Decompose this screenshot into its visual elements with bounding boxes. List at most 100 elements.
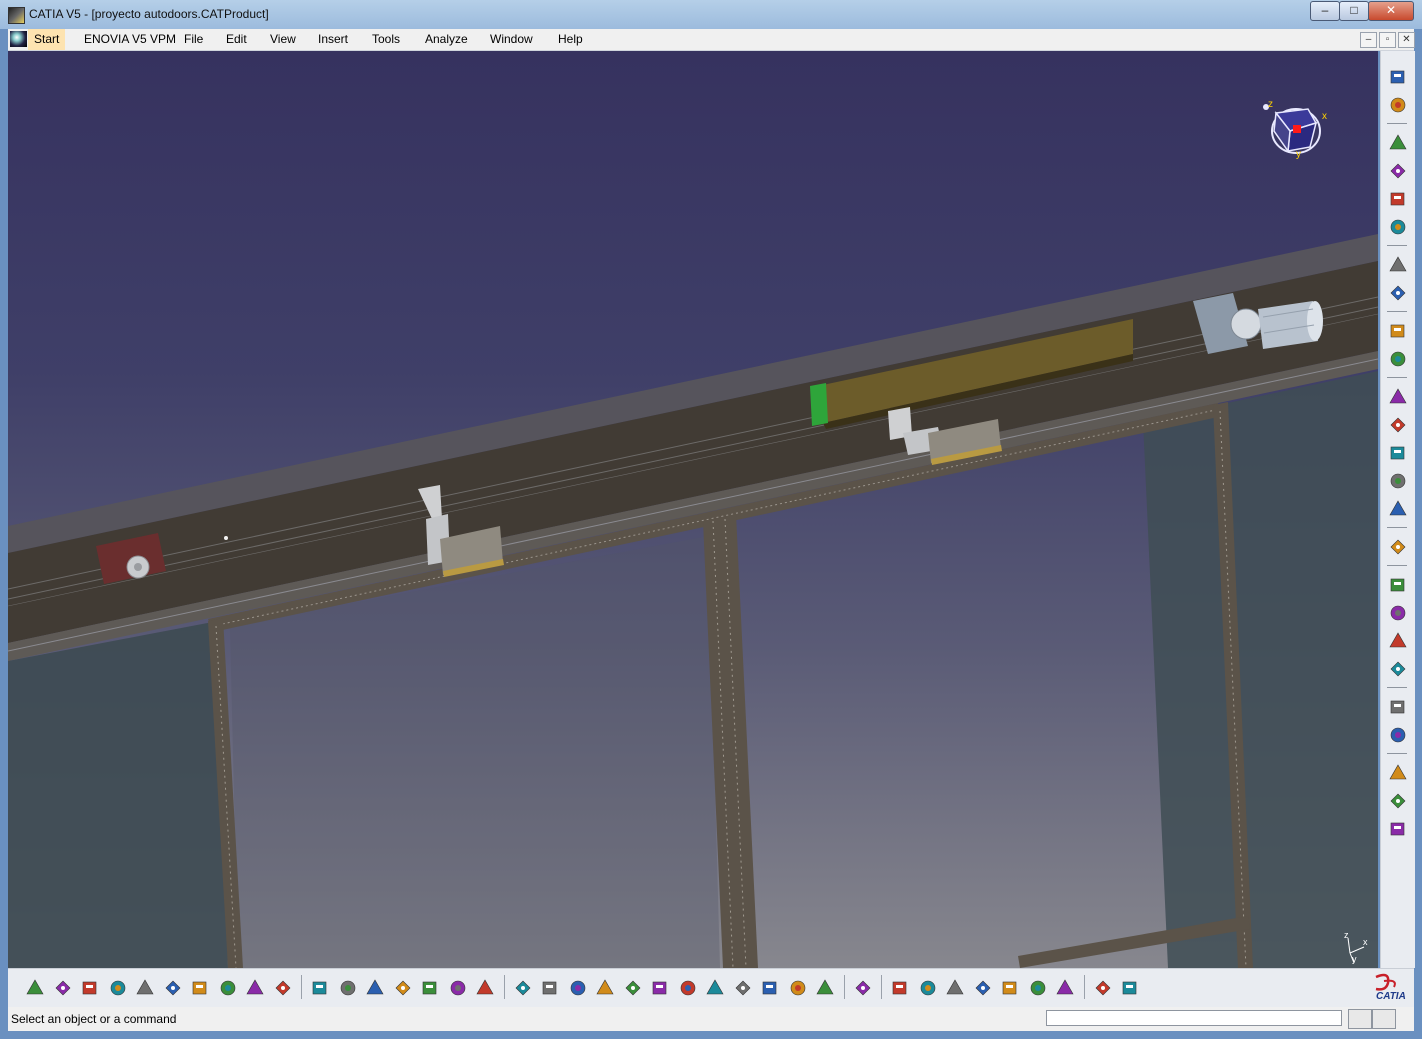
list-icon[interactable] [474, 977, 496, 999]
minimize-button[interactable]: – [1310, 1, 1340, 21]
3d-viewport[interactable]: z x y z x y [8, 51, 1378, 968]
menu-insert[interactable]: Insert [318, 32, 348, 46]
catia-window: CATIA V5 - [proyecto autodoors.CATProduc… [0, 0, 1422, 1039]
weld-icon[interactable] [1386, 657, 1410, 681]
publish-icon[interactable] [1119, 977, 1141, 999]
fit-all-icon[interactable] [539, 977, 561, 999]
gear-icon[interactable] [1386, 441, 1410, 465]
lock-icon[interactable] [447, 977, 469, 999]
comment-icon[interactable] [337, 977, 359, 999]
toolbar-separator [1387, 311, 1407, 312]
tag-icon[interactable] [364, 977, 386, 999]
normal-view-icon[interactable] [677, 977, 699, 999]
title-bar: CATIA V5 - [proyecto autodoors.CATProduc… [0, 0, 1422, 29]
menu-tools[interactable]: Tools [372, 32, 400, 46]
compass-widget[interactable]: z x y [1260, 99, 1330, 163]
menu-analyze[interactable]: Analyze [425, 32, 468, 46]
formula-icon[interactable] [309, 977, 331, 999]
command-input[interactable] [1046, 1010, 1342, 1026]
triad-y-label: y [1352, 954, 1357, 964]
print-icon[interactable] [107, 977, 129, 999]
highlight-icon[interactable] [1054, 977, 1076, 999]
menu-start[interactable]: Start [28, 29, 66, 50]
catia-app-icon[interactable] [8, 7, 25, 24]
home-icon[interactable] [1386, 817, 1410, 841]
doc-minimize-button[interactable]: – [1360, 32, 1377, 48]
cut-icon[interactable] [134, 977, 156, 999]
menu-enovia[interactable]: ENOVIA V5 VPM [84, 32, 176, 46]
sections-icon[interactable] [999, 977, 1021, 999]
power-input-button[interactable] [1372, 1009, 1396, 1029]
axis-triad: z x y [1338, 930, 1370, 965]
copy-icon[interactable] [162, 977, 184, 999]
spiral-icon[interactable] [1386, 761, 1410, 785]
catia-brand-logo: CATIA [1370, 973, 1410, 1003]
menu-view[interactable]: View [270, 32, 296, 46]
fly-mode-icon[interactable] [512, 977, 534, 999]
toolbar-separator [1387, 245, 1407, 246]
glass-panel-left [8, 621, 228, 968]
next-icon[interactable] [944, 977, 966, 999]
compass-x-label: x [1322, 111, 1327, 122]
tree-icon[interactable] [1386, 65, 1410, 89]
whats-this-icon[interactable] [272, 977, 294, 999]
command-history-button[interactable] [1348, 1009, 1372, 1029]
capture-icon[interactable] [852, 977, 874, 999]
undo-icon[interactable] [217, 977, 239, 999]
sphere-icon[interactable] [1386, 695, 1410, 719]
catalog-icon[interactable] [1386, 93, 1410, 117]
menu-edit[interactable]: Edit [226, 32, 247, 46]
render-icon[interactable] [1027, 977, 1049, 999]
select-arrow-icon[interactable] [1386, 215, 1410, 239]
iso-view-icon[interactable] [732, 977, 754, 999]
swap-visible-icon[interactable] [814, 977, 836, 999]
catia-logo-icon[interactable] [10, 31, 27, 47]
constraint-icon[interactable] [1386, 347, 1410, 371]
rotate-icon[interactable] [1386, 281, 1410, 305]
toolbar-separator [1387, 123, 1407, 124]
previous-icon[interactable] [917, 977, 939, 999]
zoom-out-icon[interactable] [649, 977, 671, 999]
menu-help[interactable]: Help [558, 32, 583, 46]
search-icon[interactable] [972, 977, 994, 999]
catalog-save-icon[interactable] [1386, 187, 1410, 211]
clash-icon[interactable] [1386, 535, 1410, 559]
control-unit-connector [810, 383, 828, 426]
close-button[interactable]: ✕ [1368, 1, 1414, 21]
doc-restore-button[interactable]: ▫ [1379, 32, 1396, 48]
toolbar-separator [843, 975, 845, 999]
table-icon[interactable] [392, 977, 414, 999]
zoom-in-icon[interactable] [622, 977, 644, 999]
section-icon[interactable] [1386, 573, 1410, 597]
multi-view-icon[interactable] [704, 977, 726, 999]
pan-icon[interactable] [567, 977, 589, 999]
menu-file[interactable]: File [184, 32, 203, 46]
cube-color-icon[interactable] [1386, 723, 1410, 747]
tree-expand-icon[interactable] [419, 977, 441, 999]
bom-icon[interactable] [1386, 629, 1410, 653]
scene-icon[interactable] [1386, 497, 1410, 521]
menu-window[interactable]: Window [490, 32, 533, 46]
hierarchy-icon[interactable] [1386, 789, 1410, 813]
new-icon[interactable] [24, 977, 46, 999]
hide-show-icon[interactable] [787, 977, 809, 999]
measure-icon[interactable] [1386, 413, 1410, 437]
catalog-manage-icon[interactable] [1386, 159, 1410, 183]
maximize-button[interactable]: □ [1339, 1, 1369, 21]
sheet-icon[interactable] [1386, 601, 1410, 625]
bottom-toolbar: CATIA [8, 968, 1414, 1008]
paste-icon[interactable] [189, 977, 211, 999]
open-icon[interactable] [52, 977, 74, 999]
save-icon[interactable] [79, 977, 101, 999]
explode-icon[interactable] [1386, 319, 1410, 343]
redo-icon[interactable] [244, 977, 266, 999]
doc-close-button[interactable]: ✕ [1398, 32, 1415, 48]
fly-icon[interactable] [1386, 253, 1410, 277]
shading-icon[interactable] [759, 977, 781, 999]
rotate-view-icon[interactable] [594, 977, 616, 999]
anchor-icon[interactable] [1386, 385, 1410, 409]
snap-icon[interactable] [889, 977, 911, 999]
manipulation-icon[interactable] [1386, 469, 1410, 493]
catalog-structure-icon[interactable] [1386, 131, 1410, 155]
arrange-icon[interactable] [1092, 977, 1114, 999]
